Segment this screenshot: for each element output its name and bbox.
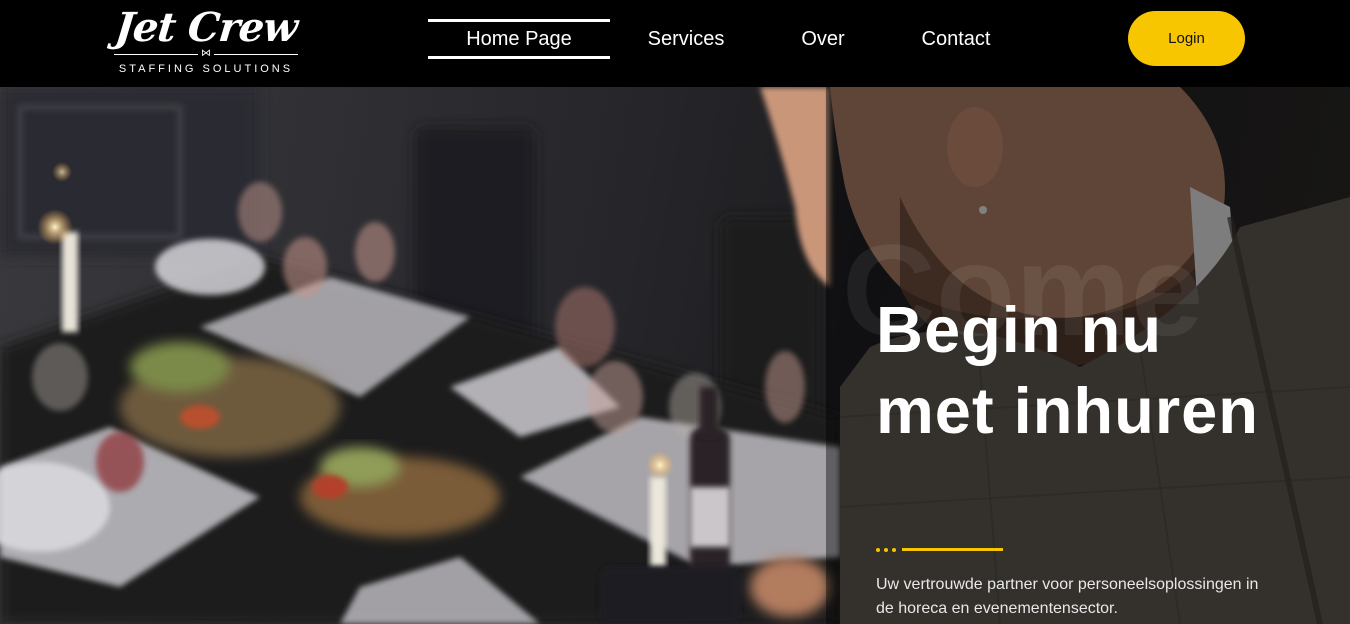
brand-logo[interactable]: Jet Crew ⋈ STAFFING SOLUTIONS (108, 4, 304, 78)
logo-divider: ⋈ (114, 48, 298, 60)
site-header: Jet Crew ⋈ STAFFING SOLUTIONS Home Page … (0, 0, 1350, 87)
nav-item-services[interactable]: Services (636, 19, 736, 59)
brand-tagline: STAFFING SOLUTIONS (118, 63, 294, 75)
hero-section: Come Begin nu met inhuren Uw vertrouwde … (0, 87, 1350, 624)
brand-name: Jet Crew (112, 4, 300, 51)
bowtie-icon: ⋈ (198, 48, 214, 60)
nav-item-over[interactable]: Over (788, 19, 858, 59)
hero-description: Uw vertrouwde partner voor personeelsopl… (876, 576, 1259, 617)
nav-item-home[interactable]: Home Page (428, 19, 610, 59)
login-button[interactable]: Login (1128, 11, 1245, 66)
nav-item-contact[interactable]: Contact (906, 19, 1006, 59)
accent-divider (876, 548, 1006, 552)
hero-title: Begin nu met inhuren (876, 293, 1259, 447)
